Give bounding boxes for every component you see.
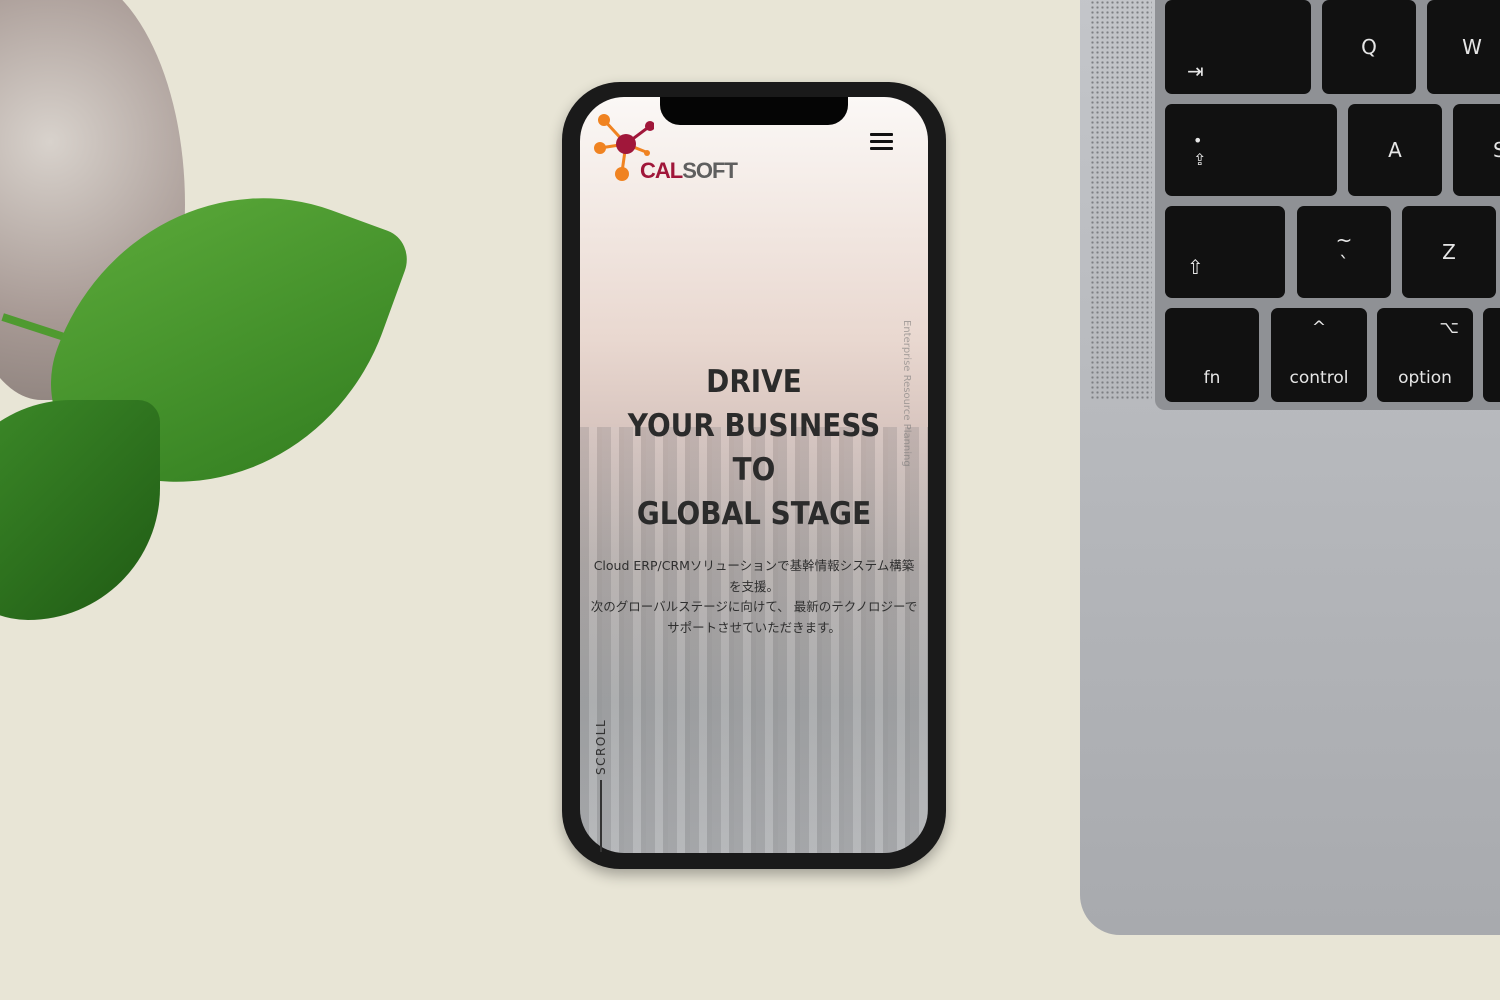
key-w[interactable]: W xyxy=(1427,0,1500,94)
headline-line: GLOBAL STAGE xyxy=(636,496,872,532)
key-label: Z xyxy=(1442,240,1456,264)
option-icon: ⌥ xyxy=(1439,318,1459,338)
laptop-speaker-grille xyxy=(1090,0,1152,400)
description-line: 次のグローバルステージに向けて、 最新のテクノロジーでサポートさせていただきます… xyxy=(590,599,918,635)
phone-notch xyxy=(660,97,848,125)
tab-key[interactable]: ⇥ xyxy=(1165,0,1311,94)
key-label: control xyxy=(1289,368,1349,388)
caps-lock-icon: • ⇪ xyxy=(1193,131,1207,169)
shift-icon: ⇧ xyxy=(1187,255,1204,279)
description-line: Cloud ERP/CRMソリューションで基幹情報システム構築を支援。 xyxy=(593,558,915,594)
tilde-key[interactable]: ~ ` xyxy=(1297,206,1391,298)
key-label: A xyxy=(1388,138,1402,162)
key-label: fn xyxy=(1203,368,1221,388)
vertical-tagline: Enterprise Resource Planning xyxy=(901,320,912,467)
key-label: ` xyxy=(1339,252,1349,276)
key-q[interactable]: Q xyxy=(1322,0,1416,94)
scroll-indicator[interactable]: SCROLL xyxy=(594,719,608,775)
hero-headline: DRIVE YOUR BUSINESS TO GLOBAL STAGE xyxy=(597,360,910,536)
shift-key[interactable]: ⇧ xyxy=(1165,206,1285,298)
scroll-line xyxy=(600,780,602,852)
fn-key[interactable]: fn xyxy=(1165,308,1259,402)
caps-lock-key[interactable]: • ⇪ xyxy=(1165,104,1337,196)
hero-description: Cloud ERP/CRMソリューションで基幹情報システム構築を支援。 次のグロ… xyxy=(590,556,918,638)
key-a[interactable]: A xyxy=(1348,104,1442,196)
headline-line: YOUR BUSINESS xyxy=(627,408,881,444)
key-label: W xyxy=(1462,35,1482,59)
brand-logo[interactable]: CALSOFT xyxy=(640,158,738,184)
option-key[interactable]: ⌥ option xyxy=(1377,308,1473,402)
plant-leaf xyxy=(0,400,160,620)
key-z[interactable]: Z xyxy=(1402,206,1496,298)
headline-line: TO xyxy=(732,452,776,488)
headline-line: DRIVE xyxy=(706,364,802,400)
command-key[interactable] xyxy=(1483,308,1500,402)
hamburger-icon[interactable] xyxy=(870,133,893,150)
tab-arrow-icon: ⇥ xyxy=(1187,59,1204,83)
brand-soft: SOFT xyxy=(682,158,738,183)
control-icon: ^ xyxy=(1311,318,1327,338)
key-label: ~ xyxy=(1335,228,1353,252)
key-label: option xyxy=(1398,368,1452,388)
key-s[interactable]: S xyxy=(1453,104,1500,196)
key-label: Q xyxy=(1361,35,1377,59)
key-label: S xyxy=(1493,138,1500,162)
brand-cal: CAL xyxy=(640,158,683,183)
control-key[interactable]: ^ control xyxy=(1271,308,1367,402)
